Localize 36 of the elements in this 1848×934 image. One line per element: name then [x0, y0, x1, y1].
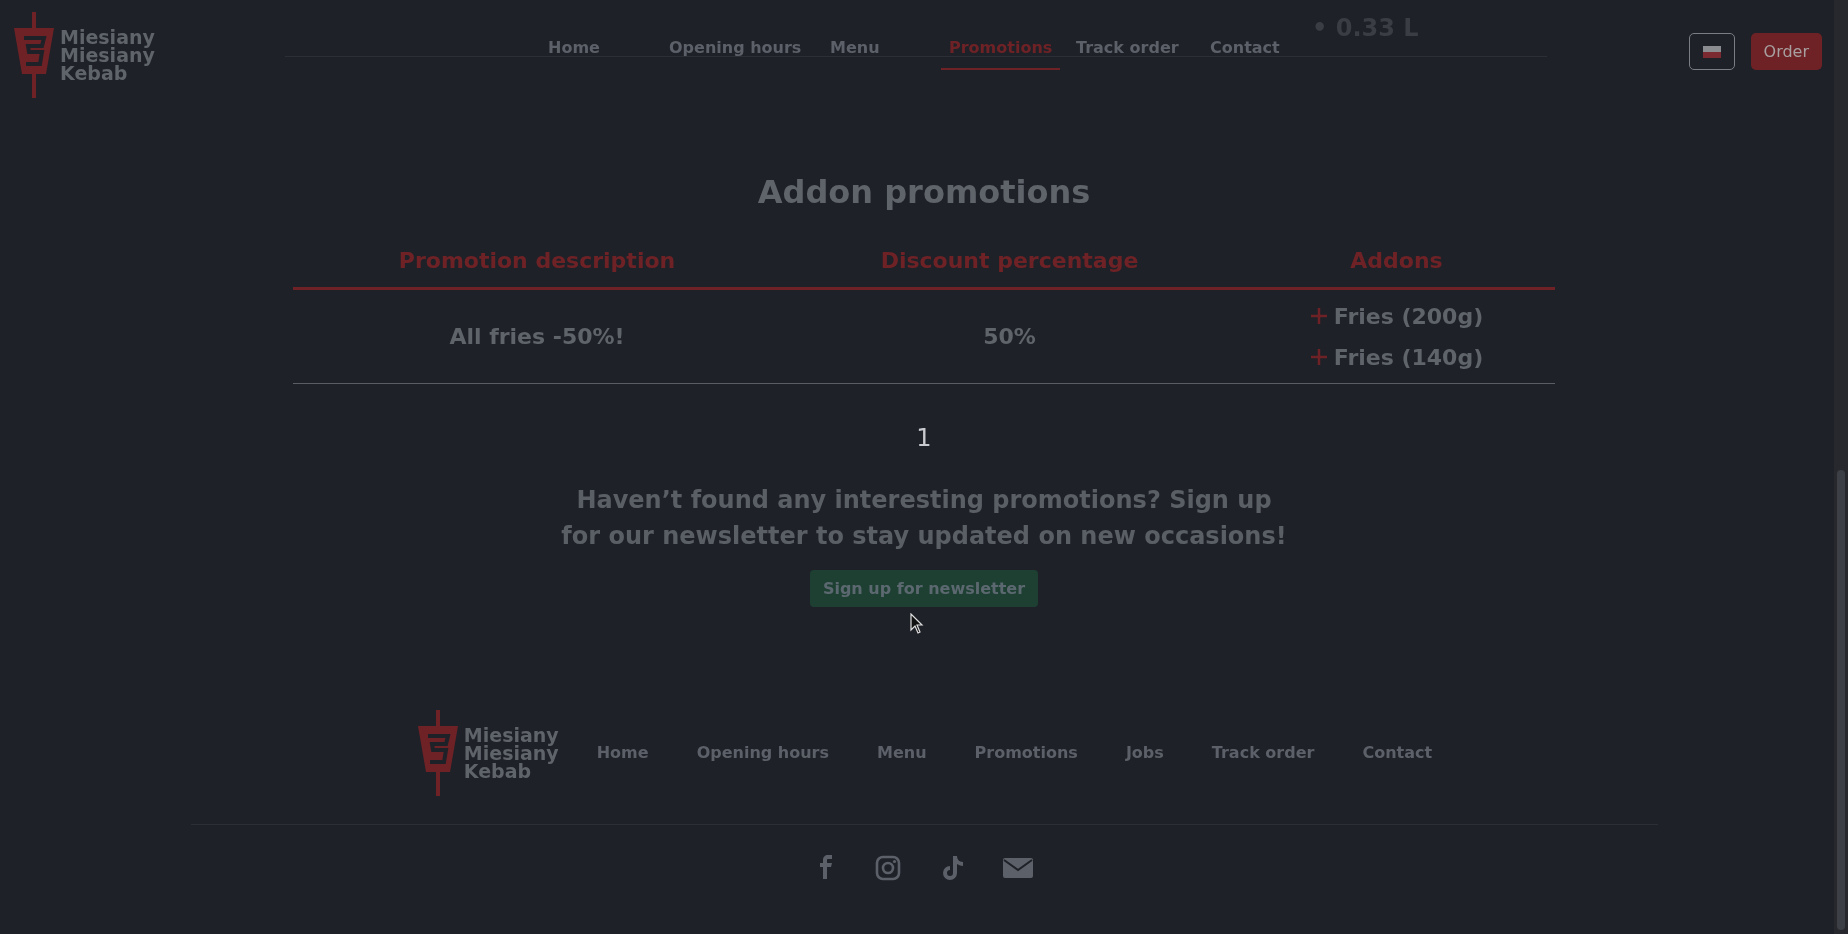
column-header: Discount percentage — [879, 247, 1140, 275]
plus-icon — [1309, 348, 1328, 366]
page-button[interactable]: 1 — [912, 420, 936, 456]
instagram-icon[interactable] — [875, 855, 901, 881]
column-header: Addons — [1349, 247, 1444, 275]
table-cell-text: 50% — [982, 323, 1037, 351]
footer-link[interactable]: Opening hours — [696, 741, 829, 765]
nav-link[interactable]: Track order — [1068, 36, 1187, 68]
section-title: Addon promotions — [757, 172, 1091, 213]
logo-text: Miesiany Miesiany Kebab — [60, 28, 155, 82]
addon-name: Fries (140g) — [1333, 343, 1484, 372]
footer-link[interactable]: Home — [596, 741, 649, 765]
table-cell-text: All fries -50%! — [448, 323, 626, 351]
addon-name: Fries (200g) — [1333, 302, 1484, 331]
footer-link[interactable]: Contact — [1362, 741, 1433, 765]
logo-text: Miesiany Miesiany Kebab — [463, 726, 559, 780]
nav-link[interactable]: Opening hours — [661, 36, 810, 68]
kebab-logo-icon — [415, 710, 460, 796]
kebab-logo-icon — [12, 12, 56, 98]
plus-icon — [1309, 307, 1328, 325]
cursor-icon — [910, 613, 924, 635]
column-header: Promotion description — [397, 247, 677, 275]
nav-link[interactable]: Menu — [822, 36, 888, 68]
footer-link[interactable]: Track order — [1211, 741, 1315, 765]
language-button[interactable] — [1688, 33, 1735, 70]
envelope-icon[interactable] — [1003, 855, 1033, 881]
newsletter-button[interactable]: Sign up for newsletter — [809, 570, 1039, 607]
footer-link[interactable]: Promotions — [974, 741, 1078, 765]
newsletter-text: Haven’t found any interesting promotions? Sign up for our newsletter to stay updated on new occasions! — [560, 485, 1288, 552]
nav-link[interactable]: Promotions — [941, 36, 1061, 70]
nav-link[interactable]: Contact — [1202, 36, 1288, 68]
flag-icon — [1702, 45, 1721, 58]
footer-link[interactable]: Menu — [877, 741, 927, 765]
footer-link[interactable]: Jobs — [1125, 741, 1164, 765]
order-button[interactable]: Order — [1750, 33, 1822, 70]
nav-link[interactable]: Home — [540, 36, 608, 68]
